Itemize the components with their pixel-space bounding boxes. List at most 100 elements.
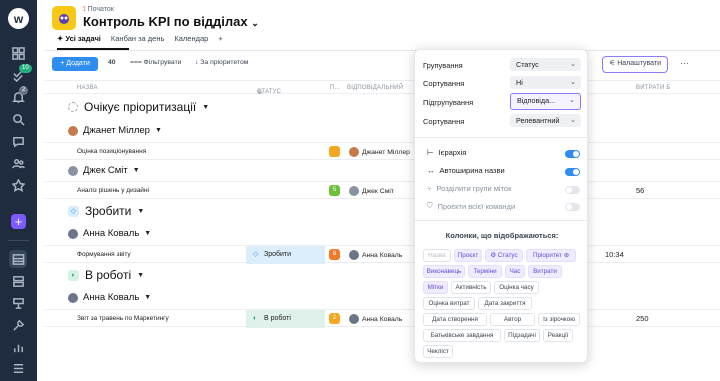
group-header[interactable]: ◐ В роботі ▼ xyxy=(68,268,144,282)
subgrouping-value: Відповіда... xyxy=(517,96,556,105)
status-cell[interactable]: ◇ Зробити xyxy=(246,246,325,264)
create-plus-button[interactable]: + xyxy=(11,214,26,229)
column-chip[interactable]: Мітки xyxy=(423,281,448,294)
column-chip[interactable]: Пріоритет ⊕ xyxy=(526,249,576,262)
tab-all-tasks[interactable]: ✦ Усі задачі xyxy=(57,34,101,48)
sorting-select[interactable]: Ні ⌄ xyxy=(510,76,581,89)
task-name[interactable]: Оцінка позиціонування xyxy=(77,148,146,155)
view-settings-popup: Групування Статус ⌄ Сортування Ні ⌄ Підгру… xyxy=(414,49,589,363)
column-chip[interactable]: Автор xyxy=(490,313,535,326)
subgroup-header[interactable]: Анна Коваль ▼ xyxy=(68,292,151,303)
costs-cell[interactable]: 56 xyxy=(636,186,644,195)
stats-icon[interactable] xyxy=(9,338,27,356)
column-responsible[interactable]: ВІДПОВІДАЛЬНИЙ xyxy=(347,85,403,91)
subgroup-header[interactable]: Анна Коваль ▼ xyxy=(68,228,151,239)
responsible-cell[interactable]: Анна Коваль xyxy=(349,250,402,260)
list-icon[interactable] xyxy=(9,359,27,377)
avatar xyxy=(349,147,359,157)
time-cell[interactable]: 10:34 xyxy=(605,250,624,259)
split-tags-toggle[interactable] xyxy=(565,186,580,194)
project-icon[interactable] xyxy=(52,6,76,30)
column-chip[interactable]: Батьківське завдання xyxy=(423,329,501,342)
table-row[interactable]: Аналіз рішень у дизайні 5 Джек Сміт 56 xyxy=(45,181,720,199)
grouping-select[interactable]: Статус ⌄ xyxy=(510,58,581,71)
responsible-cell[interactable]: Анна Коваль xyxy=(349,314,402,324)
hierarchy-toggle[interactable] xyxy=(565,150,580,158)
subgroup-title: Джанет Міллер xyxy=(83,125,150,136)
avatar xyxy=(68,228,78,239)
column-chip[interactable]: Виконавець xyxy=(423,265,465,278)
rail-divider xyxy=(8,240,29,241)
grid-icon[interactable] xyxy=(9,44,27,62)
sorting-label: Сортування xyxy=(423,79,465,88)
layers-icon[interactable] xyxy=(9,272,27,290)
search-icon[interactable] xyxy=(9,110,27,128)
responsible-cell[interactable]: Джек Сміт xyxy=(349,186,394,196)
column-chip[interactable]: Оцінка часу xyxy=(494,281,539,294)
column-chip[interactable]: Час xyxy=(505,265,525,278)
column-chip[interactable]: Із зірочкою xyxy=(538,313,580,326)
add-tab-button[interactable]: + xyxy=(218,34,222,48)
tab-calendar[interactable]: Календар xyxy=(174,34,208,48)
avatar xyxy=(68,165,78,176)
sort-label: За пріоритетом xyxy=(200,59,249,66)
column-chip[interactable]: ⚙ Статус xyxy=(485,249,523,262)
filter-button[interactable]: ⩶ Фільтрувати xyxy=(130,59,181,67)
table-view-icon[interactable] xyxy=(9,250,27,268)
team-projects-toggle[interactable] xyxy=(565,203,580,211)
subgrouping-select[interactable]: Відповіда... ⌄ xyxy=(510,93,581,110)
group-header[interactable]: ◇ Зробити ▼ xyxy=(68,204,144,218)
priority-badge[interactable]: 5 xyxy=(329,185,340,196)
grouping-value: Статус xyxy=(516,60,539,69)
tab-kanban[interactable]: Канбан за день xyxy=(111,34,165,48)
column-name[interactable]: НАЗВА xyxy=(77,85,98,91)
status-cell[interactable]: ◐ В роботі xyxy=(246,310,325,328)
column-chip[interactable]: Назва xyxy=(423,249,451,262)
subgroup-header[interactable]: Джек Сміт ▼ xyxy=(68,165,140,176)
more-options-icon[interactable]: ··· xyxy=(680,58,689,68)
subsorting-select[interactable]: Релевантний ⌄ xyxy=(510,114,581,127)
column-priority[interactable]: П... xyxy=(330,85,340,91)
table-row[interactable]: Оцінка позиціонування Джанет Міллер xyxy=(45,142,720,160)
priority-badge[interactable] xyxy=(329,146,340,157)
column-chip[interactable]: Оцінка витрат xyxy=(423,297,475,310)
priority-badge[interactable]: 2 xyxy=(329,313,340,324)
breadcrumb[interactable]: ⟟ Початок xyxy=(83,6,114,14)
sort-button[interactable]: ↓ За пріоритетом xyxy=(195,59,248,66)
star-icon[interactable] xyxy=(9,176,27,194)
page-title[interactable]: Контроль KPI по відділах ⌄ xyxy=(83,14,259,29)
status-label: В роботі xyxy=(264,315,291,322)
column-chip[interactable]: Реакції xyxy=(543,329,573,342)
column-chip[interactable]: Дата створення xyxy=(423,313,487,326)
table-row[interactable]: Формування звіту ◇ Зробити 8 Анна Коваль … xyxy=(45,245,720,264)
costs-cell[interactable]: 250 xyxy=(636,314,649,323)
column-chip[interactable]: Дата закриття xyxy=(478,297,532,310)
avatar xyxy=(349,314,359,324)
column-chip[interactable]: Витрати xyxy=(528,265,562,278)
responsible-cell[interactable]: Джанет Міллер xyxy=(349,147,410,157)
autowidth-toggle[interactable] xyxy=(565,168,580,176)
table-row[interactable]: Звіт за травень по Маркетингу ◐ В роботі … xyxy=(45,309,720,328)
task-name[interactable]: Формування звіту xyxy=(77,251,131,258)
column-chip[interactable]: Активність xyxy=(451,281,491,294)
app-logo-icon[interactable]: w xyxy=(8,8,29,29)
column-chip[interactable]: Проєкт xyxy=(454,249,482,262)
column-chip[interactable]: Терміни xyxy=(468,265,502,278)
column-chip[interactable]: Чекліст xyxy=(423,345,453,358)
autowidth-label: Автоширина назви xyxy=(439,166,505,175)
group-header[interactable]: Очікує пріоритизації ▼ xyxy=(68,100,209,114)
subgroup-header[interactable]: Джанет Міллер ▼ xyxy=(68,125,162,136)
tools-icon[interactable] xyxy=(9,316,27,334)
task-name[interactable]: Звіт за травень по Маркетингу xyxy=(77,315,169,322)
column-costs[interactable]: ВИТРАТИ Б xyxy=(636,85,671,91)
tab-all-tasks-label: Усі задачі xyxy=(65,34,101,43)
priority-badge[interactable]: 8 xyxy=(329,249,340,260)
task-name[interactable]: Аналіз рішень у дизайні xyxy=(77,187,149,194)
column-chip[interactable]: Підзадачі xyxy=(504,329,540,342)
visible-columns-title: Колонки, що відображаються: xyxy=(445,231,559,240)
board-icon[interactable] xyxy=(9,294,27,312)
team-icon[interactable] xyxy=(9,154,27,172)
settings-button[interactable]: ⚟ Налаштувати xyxy=(602,56,668,73)
add-task-button[interactable]: + Додати xyxy=(52,57,98,71)
chat-icon[interactable] xyxy=(9,132,27,150)
